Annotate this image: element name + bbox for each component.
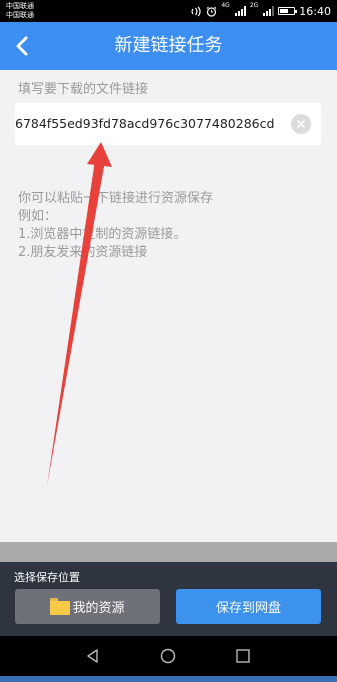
battery-icon bbox=[278, 7, 298, 15]
nav-back-button[interactable] bbox=[81, 644, 105, 668]
triangle-back-icon bbox=[87, 649, 98, 663]
nav-recents-button[interactable] bbox=[231, 644, 255, 668]
carrier-1: 中国联通 bbox=[6, 2, 34, 10]
save-location-label: 选择保存位置 bbox=[14, 571, 80, 584]
hint-text: 你可以粘贴一下链接进行资源保存 例如： 1.浏览器中复制的资源链接。 2.朋友发… bbox=[18, 190, 213, 262]
battery-fill bbox=[280, 9, 289, 13]
circle-home-icon bbox=[160, 648, 176, 664]
link-input-box: 6784f55ed93fd78acd976c3077480286cd bbox=[15, 103, 321, 145]
signal-1-icon bbox=[234, 6, 246, 16]
save-to-disk-button[interactable]: 保存到网盘 bbox=[176, 589, 321, 624]
status-icons: 4G 2G 16:40 bbox=[191, 3, 331, 19]
gray-divider bbox=[0, 542, 337, 562]
my-resources-button[interactable]: 我的资源 bbox=[15, 589, 160, 624]
network-label-2: 2G bbox=[249, 2, 259, 9]
bottom-bar: 选择保存位置 我的资源 保存到网盘 bbox=[0, 562, 337, 636]
hint-line-2: 例如： bbox=[18, 209, 58, 224]
network-label-1: 4G bbox=[221, 2, 230, 9]
hint-line-1: 你可以粘贴一下链接进行资源保存 bbox=[18, 191, 214, 206]
carrier-info: 中国联通 中国联通 bbox=[6, 2, 34, 20]
link-input[interactable]: 6784f55ed93fd78acd976c3077480286cd bbox=[15, 103, 285, 145]
system-nav-bar bbox=[0, 636, 337, 676]
nav-home-button[interactable] bbox=[156, 644, 180, 668]
alarm-icon bbox=[207, 6, 217, 17]
save-to-disk-label: 保存到网盘 bbox=[215, 601, 281, 616]
chevron-left-icon bbox=[16, 36, 28, 56]
clear-button[interactable] bbox=[291, 114, 311, 134]
nfc-icon bbox=[191, 6, 201, 16]
link-input-value: 6784f55ed93fd78acd976c3077480286cd bbox=[15, 116, 275, 131]
signal-2-icon bbox=[263, 6, 275, 16]
carrier-2: 中国联通 bbox=[6, 11, 34, 19]
clock: 16:40 bbox=[299, 4, 331, 18]
close-icon bbox=[297, 120, 305, 128]
folder-icon bbox=[50, 598, 71, 615]
bottom-edge-strip bbox=[0, 676, 337, 682]
title-bar: 新建链接任务 bbox=[0, 22, 337, 70]
hint-line-4: 2.朋友发来的资源链接 bbox=[18, 245, 148, 260]
status-bar: 中国联通 中国联通 4G 2G 16:40 bbox=[0, 0, 337, 22]
main-content: 填写要下载的文件链接 6784f55ed93fd78acd976c3077480… bbox=[0, 70, 337, 542]
back-button[interactable] bbox=[6, 30, 38, 62]
my-resources-label: 我的资源 bbox=[72, 601, 125, 616]
page-title: 新建链接任务 bbox=[114, 35, 223, 56]
screen: 中国联通 中国联通 4G 2G 16:40 新建链接任务 填写要下载的文件链接 … bbox=[0, 0, 337, 682]
hint-line-3: 1.浏览器中复制的资源链接。 bbox=[18, 227, 187, 242]
square-recents-icon bbox=[236, 649, 250, 663]
link-field-label: 填写要下载的文件链接 bbox=[18, 82, 149, 97]
